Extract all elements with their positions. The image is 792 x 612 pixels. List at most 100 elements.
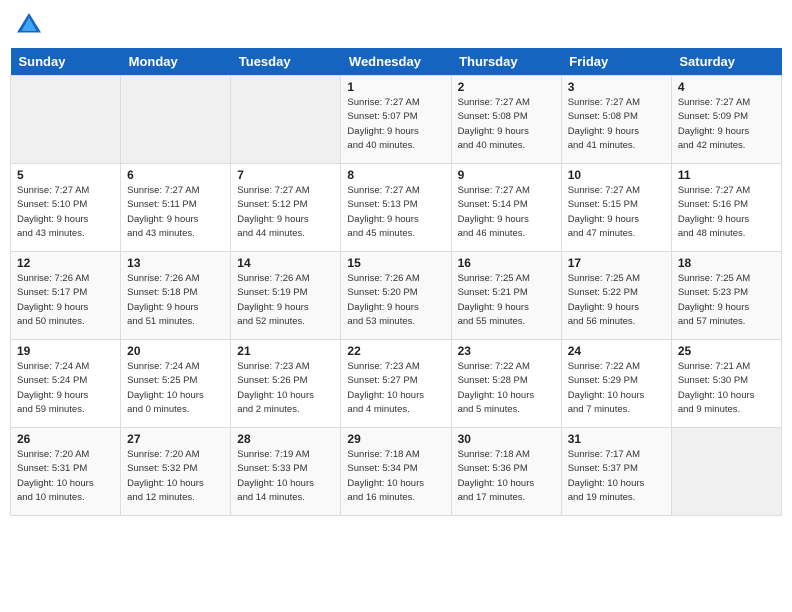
calendar-table: SundayMondayTuesdayWednesdayThursdayFrid…: [10, 48, 782, 516]
page-header: [10, 10, 782, 40]
day-info: Sunrise: 7:26 AM Sunset: 5:17 PM Dayligh…: [17, 272, 114, 329]
calendar-cell: 2 Sunrise: 7:27 AM Sunset: 5:08 PM Daylig…: [451, 76, 561, 164]
day-info: Sunrise: 7:23 AM Sunset: 5:27 PM Dayligh…: [347, 360, 444, 417]
calendar-cell: 23 Sunrise: 7:22 AM Sunset: 5:28 PM Dayli…: [451, 340, 561, 428]
calendar-cell: 9 Sunrise: 7:27 AM Sunset: 5:14 PM Daylig…: [451, 164, 561, 252]
day-number: 24: [568, 344, 665, 358]
calendar-cell: 24 Sunrise: 7:22 AM Sunset: 5:29 PM Dayli…: [561, 340, 671, 428]
day-info: Sunrise: 7:27 AM Sunset: 5:16 PM Dayligh…: [678, 184, 775, 241]
day-info: Sunrise: 7:21 AM Sunset: 5:30 PM Dayligh…: [678, 360, 775, 417]
calendar-cell: [671, 428, 781, 516]
day-number: 13: [127, 256, 224, 270]
calendar-cell: 18Sunrise: 7:25 AM Sunset: 5:23 PM Dayli…: [671, 252, 781, 340]
day-number: 25: [678, 344, 775, 358]
day-number: 5: [17, 168, 114, 182]
day-number: 16: [458, 256, 555, 270]
calendar-cell: 25 Sunrise: 7:21 AM Sunset: 5:30 PM Dayli…: [671, 340, 781, 428]
day-info: Sunrise: 7:18 AM Sunset: 5:36 PM Dayligh…: [458, 448, 555, 505]
calendar-cell: 30 Sunrise: 7:18 AM Sunset: 5:36 PM Dayli…: [451, 428, 561, 516]
weekday-header-row: SundayMondayTuesdayWednesdayThursdayFrid…: [11, 48, 782, 76]
day-number: 23: [458, 344, 555, 358]
day-number: 28: [237, 432, 334, 446]
day-number: 19: [17, 344, 114, 358]
day-info: Sunrise: 7:27 AM Sunset: 5:11 PM Dayligh…: [127, 184, 224, 241]
weekday-header: Thursday: [451, 48, 561, 76]
calendar-cell: 6 Sunrise: 7:27 AM Sunset: 5:11 PM Daylig…: [121, 164, 231, 252]
day-info: Sunrise: 7:27 AM Sunset: 5:07 PM Dayligh…: [347, 96, 444, 153]
day-number: 21: [237, 344, 334, 358]
day-info: Sunrise: 7:27 AM Sunset: 5:08 PM Dayligh…: [568, 96, 665, 153]
day-number: 11: [678, 168, 775, 182]
calendar-cell: [11, 76, 121, 164]
calendar-cell: 28 Sunrise: 7:19 AM Sunset: 5:33 PM Dayli…: [231, 428, 341, 516]
calendar-cell: [121, 76, 231, 164]
day-number: 6: [127, 168, 224, 182]
day-info: Sunrise: 7:27 AM Sunset: 5:14 PM Dayligh…: [458, 184, 555, 241]
day-number: 2: [458, 80, 555, 94]
day-info: Sunrise: 7:24 AM Sunset: 5:24 PM Dayligh…: [17, 360, 114, 417]
logo: [14, 10, 48, 40]
day-info: Sunrise: 7:27 AM Sunset: 5:09 PM Dayligh…: [678, 96, 775, 153]
calendar-cell: 21 Sunrise: 7:23 AM Sunset: 5:26 PM Dayli…: [231, 340, 341, 428]
calendar-week-row: 26 Sunrise: 7:20 AM Sunset: 5:31 PM Dayli…: [11, 428, 782, 516]
day-info: Sunrise: 7:19 AM Sunset: 5:33 PM Dayligh…: [237, 448, 334, 505]
day-info: Sunrise: 7:25 AM Sunset: 5:22 PM Dayligh…: [568, 272, 665, 329]
day-info: Sunrise: 7:18 AM Sunset: 5:34 PM Dayligh…: [347, 448, 444, 505]
calendar-cell: 27 Sunrise: 7:20 AM Sunset: 5:32 PM Dayli…: [121, 428, 231, 516]
day-number: 17: [568, 256, 665, 270]
calendar-week-row: 19 Sunrise: 7:24 AM Sunset: 5:24 PM Dayli…: [11, 340, 782, 428]
day-info: Sunrise: 7:26 AM Sunset: 5:20 PM Dayligh…: [347, 272, 444, 329]
calendar-cell: 10 Sunrise: 7:27 AM Sunset: 5:15 PM Dayli…: [561, 164, 671, 252]
day-info: Sunrise: 7:27 AM Sunset: 5:15 PM Dayligh…: [568, 184, 665, 241]
day-number: 8: [347, 168, 444, 182]
day-number: 10: [568, 168, 665, 182]
day-info: Sunrise: 7:26 AM Sunset: 5:19 PM Dayligh…: [237, 272, 334, 329]
calendar-cell: 7Sunrise: 7:27 AM Sunset: 5:12 PM Daylig…: [231, 164, 341, 252]
calendar-cell: 20 Sunrise: 7:24 AM Sunset: 5:25 PM Dayli…: [121, 340, 231, 428]
day-number: 22: [347, 344, 444, 358]
weekday-header: Sunday: [11, 48, 121, 76]
day-number: 15: [347, 256, 444, 270]
calendar-week-row: 5 Sunrise: 7:27 AM Sunset: 5:10 PM Daylig…: [11, 164, 782, 252]
calendar-cell: 4Sunrise: 7:27 AM Sunset: 5:09 PM Daylig…: [671, 76, 781, 164]
weekday-header: Wednesday: [341, 48, 451, 76]
day-number: 31: [568, 432, 665, 446]
day-number: 14: [237, 256, 334, 270]
day-info: Sunrise: 7:20 AM Sunset: 5:32 PM Dayligh…: [127, 448, 224, 505]
day-number: 3: [568, 80, 665, 94]
day-info: Sunrise: 7:20 AM Sunset: 5:31 PM Dayligh…: [17, 448, 114, 505]
day-number: 20: [127, 344, 224, 358]
weekday-header: Monday: [121, 48, 231, 76]
calendar-cell: 1Sunrise: 7:27 AM Sunset: 5:07 PM Daylig…: [341, 76, 451, 164]
calendar-week-row: 12 Sunrise: 7:26 AM Sunset: 5:17 PM Dayli…: [11, 252, 782, 340]
day-number: 26: [17, 432, 114, 446]
day-number: 12: [17, 256, 114, 270]
day-info: Sunrise: 7:26 AM Sunset: 5:18 PM Dayligh…: [127, 272, 224, 329]
calendar-cell: 12 Sunrise: 7:26 AM Sunset: 5:17 PM Dayli…: [11, 252, 121, 340]
calendar-cell: 13 Sunrise: 7:26 AM Sunset: 5:18 PM Dayli…: [121, 252, 231, 340]
day-info: Sunrise: 7:17 AM Sunset: 5:37 PM Dayligh…: [568, 448, 665, 505]
calendar-cell: 29 Sunrise: 7:18 AM Sunset: 5:34 PM Dayli…: [341, 428, 451, 516]
day-number: 30: [458, 432, 555, 446]
calendar-cell: 17 Sunrise: 7:25 AM Sunset: 5:22 PM Dayli…: [561, 252, 671, 340]
day-info: Sunrise: 7:27 AM Sunset: 5:08 PM Dayligh…: [458, 96, 555, 153]
day-number: 9: [458, 168, 555, 182]
calendar-cell: 14 Sunrise: 7:26 AM Sunset: 5:19 PM Dayli…: [231, 252, 341, 340]
day-info: Sunrise: 7:27 AM Sunset: 5:12 PM Dayligh…: [237, 184, 334, 241]
day-info: Sunrise: 7:25 AM Sunset: 5:23 PM Dayligh…: [678, 272, 775, 329]
day-info: Sunrise: 7:23 AM Sunset: 5:26 PM Dayligh…: [237, 360, 334, 417]
day-info: Sunrise: 7:22 AM Sunset: 5:29 PM Dayligh…: [568, 360, 665, 417]
day-info: Sunrise: 7:24 AM Sunset: 5:25 PM Dayligh…: [127, 360, 224, 417]
logo-icon: [14, 10, 44, 40]
calendar-cell: 19 Sunrise: 7:24 AM Sunset: 5:24 PM Dayli…: [11, 340, 121, 428]
day-info: Sunrise: 7:27 AM Sunset: 5:10 PM Dayligh…: [17, 184, 114, 241]
weekday-header: Tuesday: [231, 48, 341, 76]
day-number: 29: [347, 432, 444, 446]
day-info: Sunrise: 7:25 AM Sunset: 5:21 PM Dayligh…: [458, 272, 555, 329]
calendar-week-row: 1Sunrise: 7:27 AM Sunset: 5:07 PM Daylig…: [11, 76, 782, 164]
day-info: Sunrise: 7:22 AM Sunset: 5:28 PM Dayligh…: [458, 360, 555, 417]
calendar-cell: 8Sunrise: 7:27 AM Sunset: 5:13 PM Daylig…: [341, 164, 451, 252]
day-number: 27: [127, 432, 224, 446]
calendar-cell: 3 Sunrise: 7:27 AM Sunset: 5:08 PM Daylig…: [561, 76, 671, 164]
calendar-cell: [231, 76, 341, 164]
